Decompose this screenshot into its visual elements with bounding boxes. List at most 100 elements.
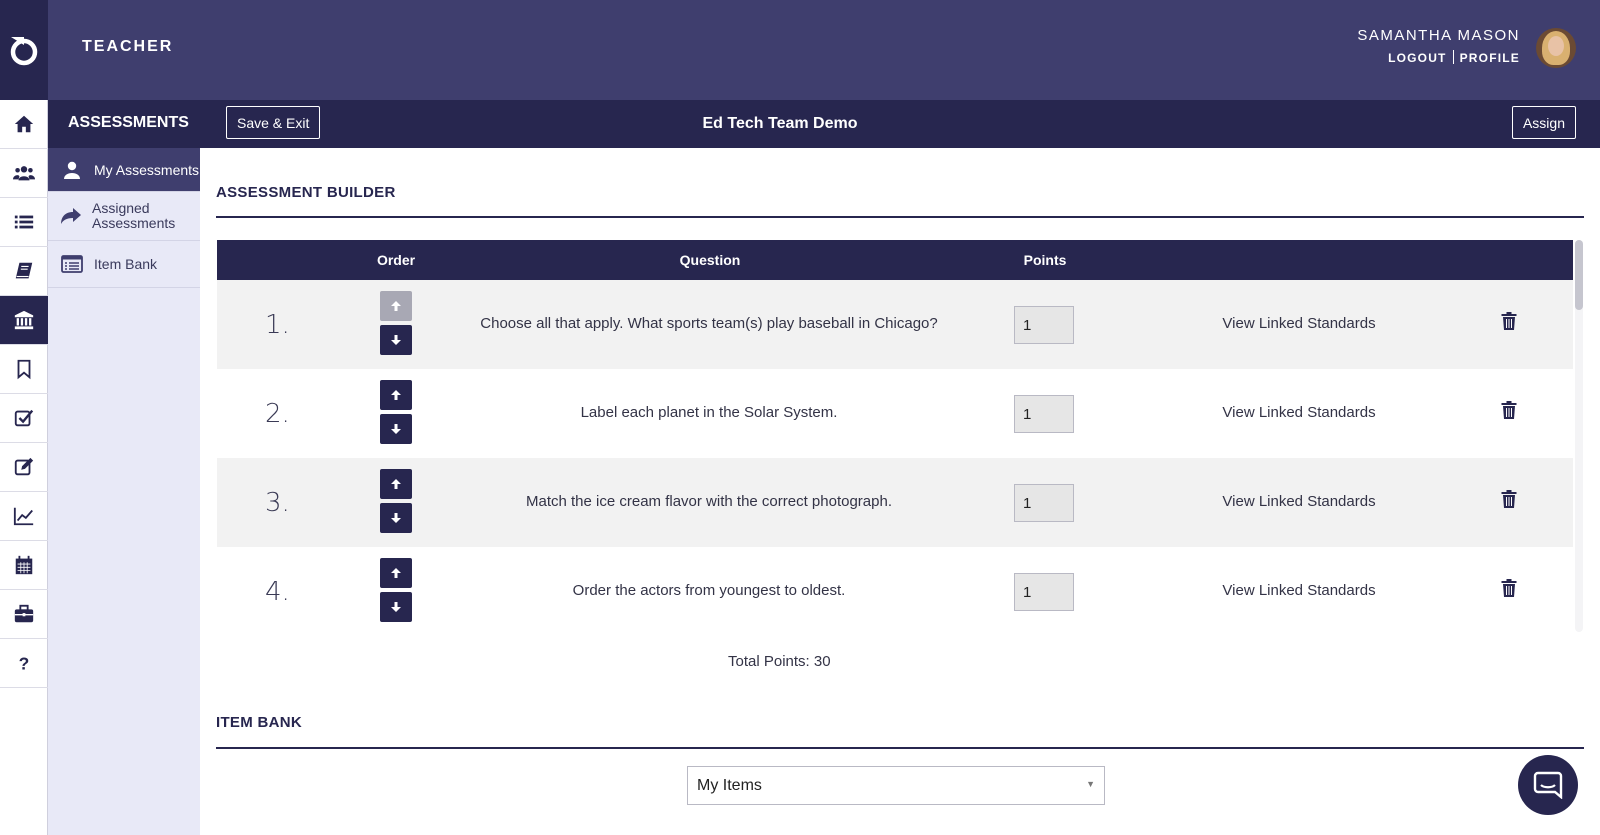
trash-icon [1501, 490, 1517, 508]
users-icon [13, 166, 35, 181]
delete-button[interactable] [1501, 312, 1517, 335]
rail-item-users[interactable] [0, 149, 48, 198]
rail-item-bookmark[interactable] [0, 345, 48, 394]
rail-item-calendar[interactable] [0, 541, 48, 590]
column-header-order: Order [376, 252, 416, 268]
column-header-question: Question [679, 252, 741, 268]
question-number: 1. [265, 310, 290, 340]
delete-button[interactable] [1501, 579, 1517, 602]
view-linked-standards-link[interactable]: View Linked Standards [1222, 582, 1375, 599]
user-name: SAMANTHA MASON [1357, 27, 1520, 44]
subnav: My Assessments Assigned Assessments Item… [48, 148, 200, 835]
rail-item-checkbox[interactable] [0, 394, 48, 443]
arrow-down-icon [391, 424, 401, 434]
delete-button[interactable] [1501, 401, 1517, 424]
move-down-button[interactable] [380, 414, 412, 444]
logout-link[interactable]: LOGOUT [1388, 51, 1447, 65]
profile-link[interactable]: PROFILE [1460, 51, 1520, 65]
table-row: 3. Match the ice cream flavor with the c… [217, 458, 1573, 547]
institution-icon [14, 310, 34, 330]
question-icon: ? [19, 653, 30, 673]
subnav-item-item-bank[interactable]: Item Bank [48, 241, 200, 288]
question-text: Match the ice cream flavor with the corr… [525, 493, 893, 510]
trash-icon [1501, 579, 1517, 597]
column-header-points: Points [1023, 252, 1067, 268]
subnav-heading: ASSESSMENTS [48, 100, 200, 148]
table-row: 2. Label each planet in the Solar System… [217, 369, 1573, 458]
arrow-up-icon [391, 568, 401, 578]
rail-item-book[interactable] [0, 247, 48, 296]
rail-item-list[interactable] [0, 198, 48, 247]
move-down-button[interactable] [380, 325, 412, 355]
chat-launcher-button[interactable] [1518, 755, 1578, 815]
move-down-button[interactable] [380, 503, 412, 533]
edit-icon [14, 457, 34, 476]
book-icon [15, 262, 33, 279]
question-number: 4. [265, 577, 290, 607]
question-text: Order the actors from youngest to oldest… [572, 582, 846, 599]
arrow-down-icon [391, 513, 401, 523]
delete-button[interactable] [1501, 490, 1517, 513]
assessment-title: Ed Tech Team Demo [702, 115, 858, 132]
subnav-item-label: Assigned Assessments [92, 200, 176, 231]
rail-item-help[interactable]: ? [0, 639, 48, 688]
section-divider [216, 747, 1584, 749]
list-icon [14, 215, 34, 229]
arrow-up-icon [391, 301, 401, 311]
arrow-down-icon [391, 602, 401, 612]
briefcase-icon [14, 604, 34, 623]
assessment-builder-heading: ASSESSMENT BUILDER [216, 184, 396, 201]
view-linked-standards-link[interactable]: View Linked Standards [1222, 404, 1375, 421]
assign-button[interactable]: Assign [1511, 106, 1576, 139]
arrow-up-icon [391, 479, 401, 489]
list-card-icon [60, 255, 84, 273]
calendar-icon [15, 555, 33, 575]
question-number: 3. [265, 488, 290, 518]
view-linked-standards-link[interactable]: View Linked Standards [1222, 493, 1375, 510]
points-input[interactable] [1014, 395, 1074, 433]
arrow-down-icon [391, 335, 401, 345]
link-divider [1452, 50, 1454, 64]
move-up-button[interactable] [380, 291, 412, 321]
app-logo[interactable] [0, 0, 48, 100]
question-text: Label each planet in the Solar System. [580, 404, 838, 421]
question-text: Choose all that apply. What sports team(… [480, 315, 938, 332]
subnav-item-label: My Assessments [94, 161, 200, 178]
move-up-button[interactable] [380, 469, 412, 499]
section-divider [216, 216, 1584, 218]
table-row: 4. Order the actors from youngest to old… [217, 547, 1573, 636]
move-down-button[interactable] [380, 592, 412, 622]
total-points: Total Points: 30 [728, 653, 831, 670]
main-content: ASSESSMENT BUILDER Order Question Points… [200, 148, 1600, 835]
trash-icon [1501, 401, 1517, 419]
avatar[interactable] [1536, 28, 1576, 68]
subnav-item-assigned-assessments[interactable]: Assigned Assessments [48, 192, 200, 241]
subnav-item-label: Item Bank [94, 256, 158, 272]
table-header: Order Question Points [217, 240, 1573, 280]
view-linked-standards-link[interactable]: View Linked Standards [1222, 315, 1375, 332]
logo-icon [10, 37, 38, 66]
rail-item-institution[interactable] [0, 296, 48, 345]
checkbox-icon [14, 409, 34, 427]
points-input[interactable] [1014, 573, 1074, 611]
rail-item-edit[interactable] [0, 443, 48, 492]
points-input[interactable] [1014, 484, 1074, 522]
select-value: My Items [697, 777, 762, 794]
question-number: 2. [265, 399, 290, 429]
rail-item-briefcase[interactable] [0, 590, 48, 639]
chevron-down-icon: ▼ [1086, 779, 1095, 789]
icon-rail: ? [0, 100, 48, 835]
rail-item-chart[interactable] [0, 492, 48, 541]
item-bank-heading: ITEM BANK [216, 714, 303, 731]
rail-item-home[interactable] [0, 100, 48, 149]
table-scrollbar-thumb[interactable] [1575, 240, 1583, 310]
share-arrow-icon [60, 207, 82, 225]
title-bar: Save & Exit Ed Tech Team Demo Assign [200, 100, 1600, 148]
table-row: 1. Choose all that apply. What sports te… [217, 280, 1573, 369]
subnav-item-my-assessments[interactable]: My Assessments [48, 148, 200, 192]
move-up-button[interactable] [380, 558, 412, 588]
points-input[interactable] [1014, 306, 1074, 344]
line-chart-icon [13, 507, 34, 526]
item-source-select[interactable]: My Items ▼ [687, 766, 1105, 805]
move-up-button[interactable] [380, 380, 412, 410]
